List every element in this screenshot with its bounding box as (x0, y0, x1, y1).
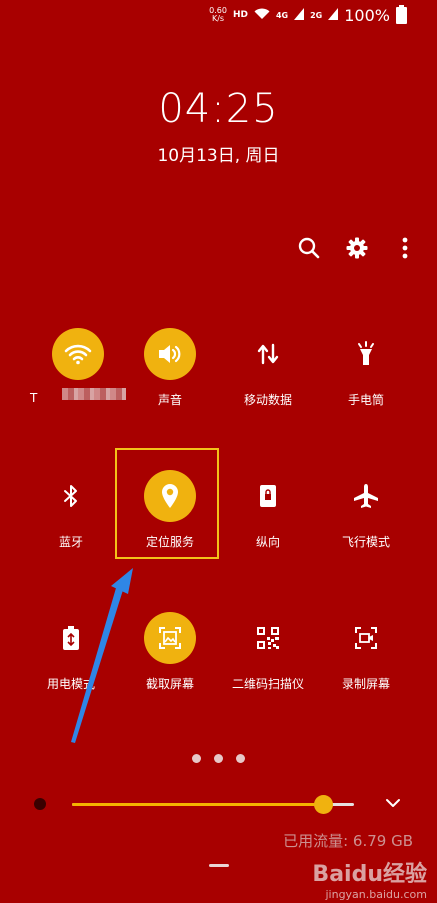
page-dot[interactable] (214, 754, 223, 763)
brightness-fill (72, 803, 323, 806)
brightness-track[interactable] (72, 795, 354, 814)
airplane-icon (340, 470, 392, 522)
tile-label-airplane: 飞行模式 (341, 535, 390, 549)
tile-label-screen-record: 录制屏幕 (341, 677, 390, 691)
brightness-slider[interactable] (30, 793, 410, 817)
page-dot[interactable] (236, 754, 245, 763)
screenshot-icon (144, 612, 196, 664)
flashlight-icon (340, 328, 392, 380)
brightness-icon (34, 798, 46, 810)
gear-icon[interactable] (345, 236, 369, 260)
watermark-logo: Baidu经验 (312, 862, 427, 887)
network-speed: 0.60 K/s (209, 6, 227, 23)
chevron-down-icon[interactable] (384, 793, 402, 817)
screen-record-icon (340, 612, 392, 664)
battery-icon (396, 4, 407, 24)
clock-time: 04:25 (158, 86, 279, 132)
battery-percent: 100% (344, 5, 390, 25)
wifi-status-icon (254, 8, 270, 23)
watermark-url: jingyan.baidu.com (325, 888, 427, 901)
more-vert-icon[interactable] (393, 236, 417, 260)
signal-icon-2 (328, 7, 339, 23)
tile-power-mode[interactable]: 用电模式 (23, 612, 119, 692)
tile-sound[interactable]: 声音 (122, 328, 218, 408)
drag-handle[interactable] (209, 864, 229, 867)
tile-label-power-mode: 用电模式 (46, 677, 95, 691)
clock-date: 10月13日, 周日 (157, 146, 280, 166)
redacted-wifi-name (62, 388, 126, 400)
tile-location[interactable]: 定位服务 (122, 470, 218, 550)
battery-saver-icon (45, 612, 97, 664)
tile-label-screenshot: 截取屏幕 (145, 677, 194, 691)
arrows-updown-icon (242, 328, 294, 380)
panel-header-actions (297, 236, 417, 260)
tile-label-flashlight: 手电筒 (347, 393, 384, 407)
tile-qr-scanner[interactable]: 二维码扫描仪 (220, 612, 316, 692)
tile-airplane[interactable]: 飞行模式 (318, 470, 414, 550)
brightness-thumb[interactable] (313, 795, 333, 814)
hd-voice-indicator: HD (232, 10, 248, 20)
search-icon[interactable] (297, 236, 321, 260)
tile-bluetooth[interactable]: 蓝牙 (23, 470, 119, 550)
wifi-icon (52, 328, 104, 380)
tile-screen-record[interactable]: 录制屏幕 (318, 612, 414, 692)
tile-portrait[interactable]: 纵向 (220, 470, 316, 550)
data-usage-text: 已用流量: 6.79 GB (283, 832, 413, 850)
tile-flashlight[interactable]: 手电筒 (318, 328, 414, 408)
page-indicator[interactable] (192, 754, 245, 763)
tile-screenshot[interactable]: 截取屏幕 (122, 612, 218, 692)
page-dot[interactable] (192, 754, 201, 763)
network-2g: 2G (310, 10, 323, 20)
network-4g: 4G (275, 10, 289, 20)
tile-label-location: 定位服务 (145, 535, 194, 549)
tile-mobile-data[interactable]: 移动数据 (220, 328, 316, 408)
status-bar: 0.60 K/s HD 4G 2G 100% (209, 4, 407, 26)
tile-label-mobile-data: 移动数据 (243, 393, 292, 407)
tile-label-sound: 声音 (157, 393, 182, 407)
qr-code-icon (242, 612, 294, 664)
volume-icon (144, 328, 196, 380)
watermark: Baidu经验 jingyan.baidu.com (312, 856, 427, 901)
bluetooth-icon (45, 470, 97, 522)
tile-label-qr-scanner: 二维码扫描仪 (231, 677, 304, 691)
tile-label-bluetooth: 蓝牙 (58, 535, 83, 549)
portrait-lock-icon (242, 470, 294, 522)
location-pin-icon (144, 470, 196, 522)
signal-icon (294, 7, 305, 23)
tile-label-portrait: 纵向 (255, 535, 280, 549)
